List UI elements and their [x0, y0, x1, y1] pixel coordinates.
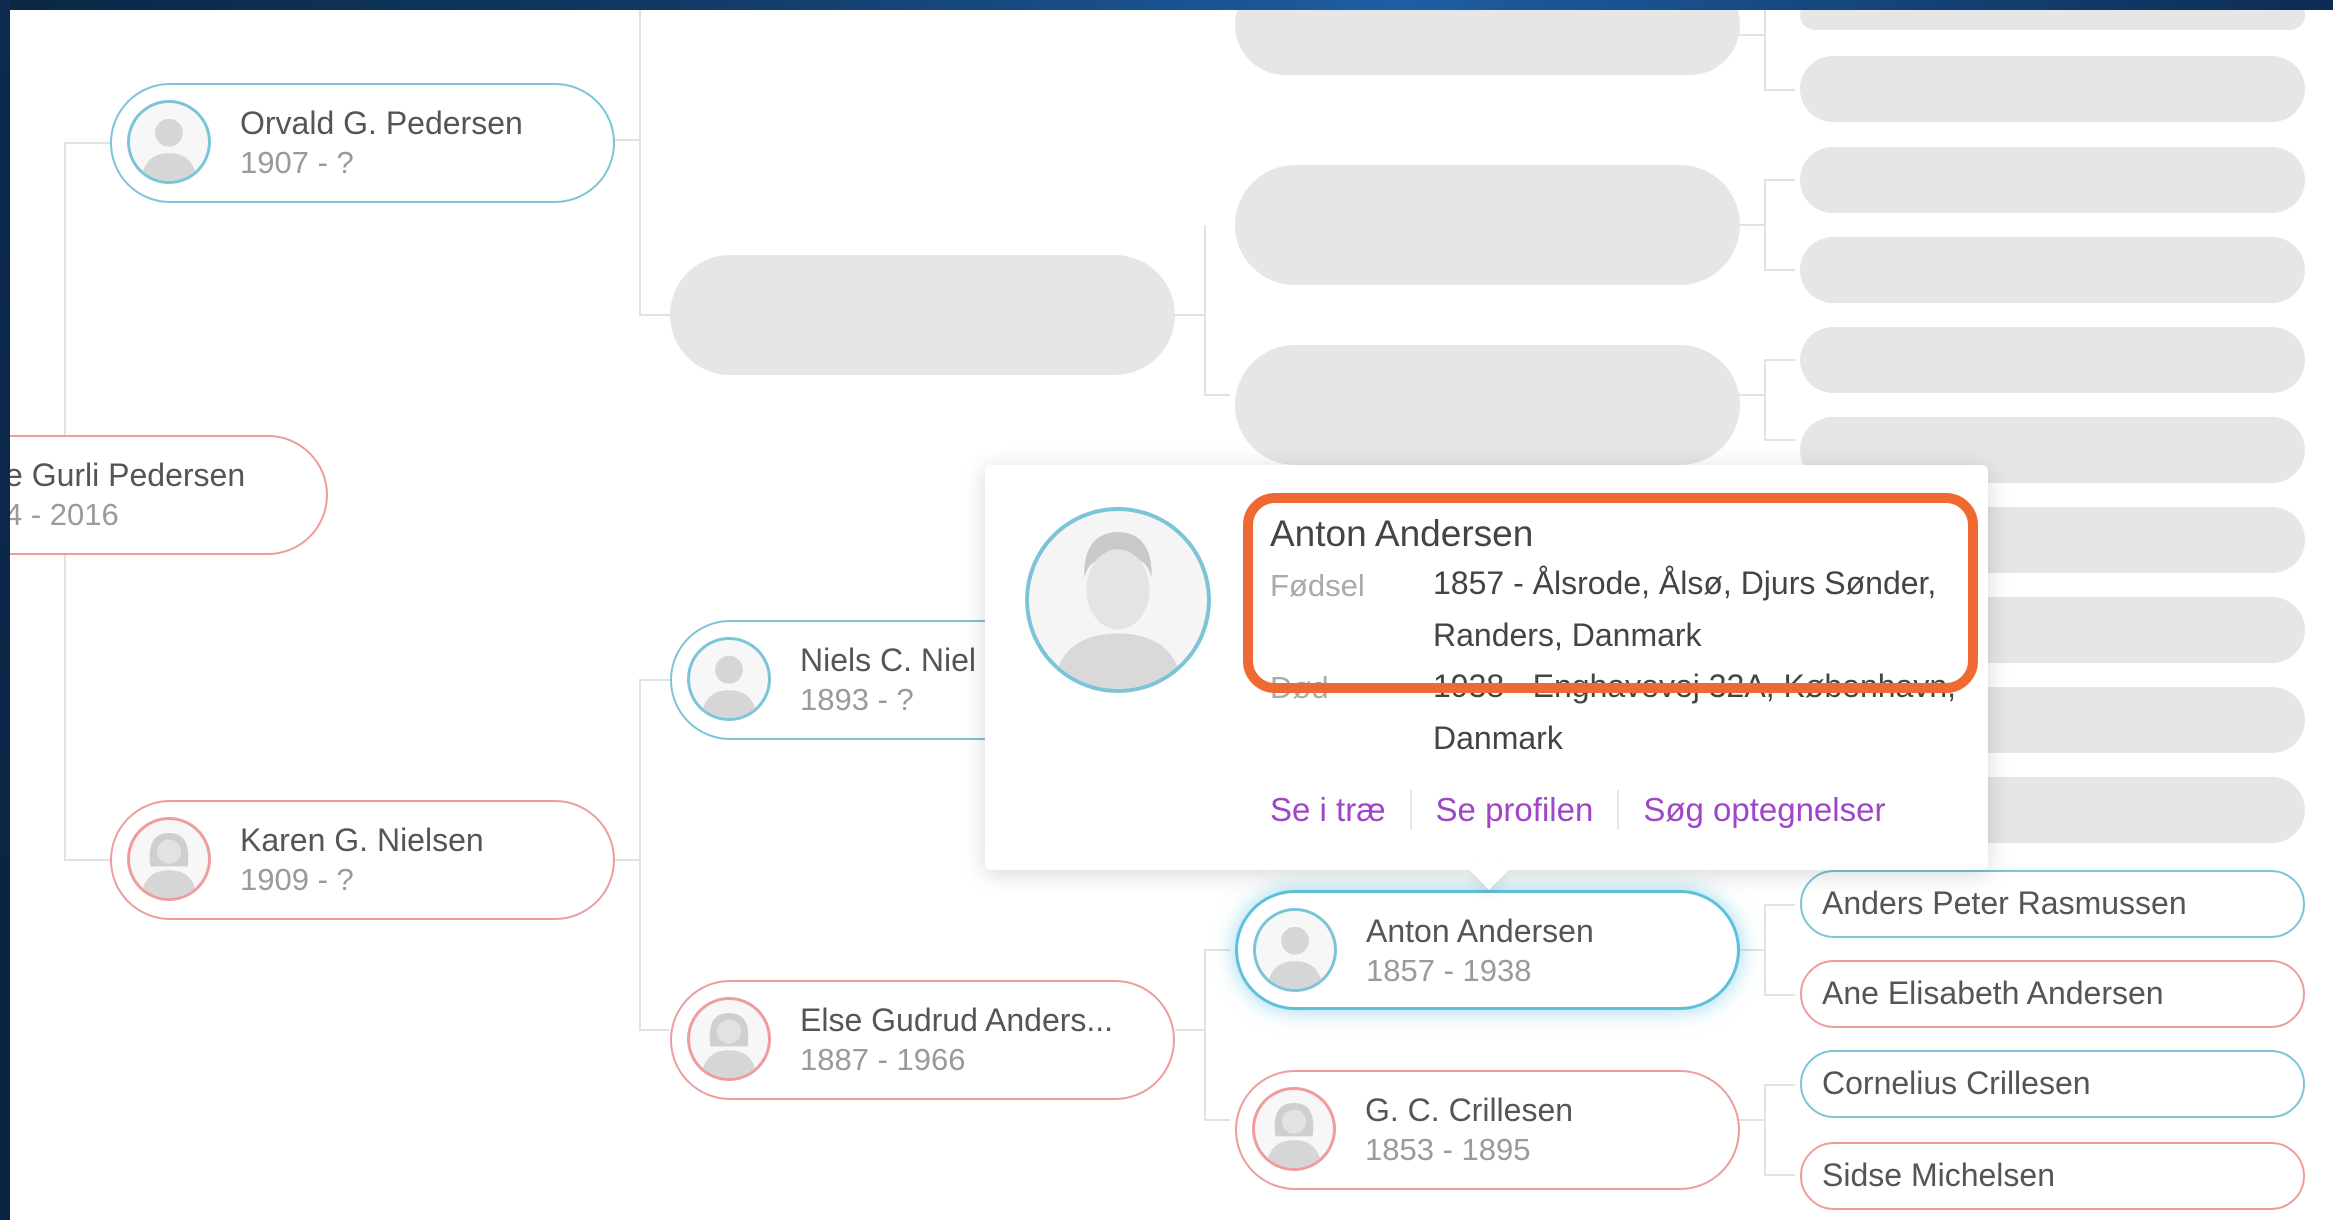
popup-actions: Se i træ Se profilen Søg optegnelser: [1270, 790, 1885, 830]
annotation-highlight-box: [1243, 493, 1978, 693]
placeholder-node: [1235, 10, 1740, 75]
person-name: G. C. Crillesen: [1365, 1092, 1574, 1128]
placeholder-node: [1235, 345, 1740, 465]
person-node-ane-elisabeth-andersen[interactable]: Ane Elisabeth Andersen: [1800, 960, 2305, 1028]
person-node-sidse-michelsen[interactable]: Sidse Michelsen: [1800, 1142, 2305, 1210]
placeholder-node: [1800, 147, 2305, 213]
placeholder-node: [1235, 165, 1740, 285]
person-node-orvald-pedersen[interactable]: Orvald G. Pedersen 1907 - ?: [110, 83, 615, 203]
placeholder-node: [1800, 56, 2305, 122]
male-avatar-icon: [127, 100, 211, 184]
person-node-karen-nielsen[interactable]: Karen G. Nielsen 1909 - ?: [110, 800, 615, 920]
link-divider: [1617, 790, 1620, 830]
person-name: Else Gudrud Anders...: [800, 1002, 1114, 1038]
family-tree-canvas[interactable]: e Gurli Pedersen 4 - 2016 Orvald G. Pede…: [10, 10, 2333, 1220]
search-records-link[interactable]: Søg optegnelser: [1643, 791, 1885, 829]
person-node-anders-peter-rasmussen[interactable]: Anders Peter Rasmussen: [1800, 870, 2305, 938]
person-node-cornelius-crillesen[interactable]: Cornelius Crillesen: [1800, 1050, 2305, 1118]
female-avatar-icon: [1252, 1087, 1336, 1171]
person-dates: 1887 - 1966: [800, 1042, 966, 1077]
link-divider: [1409, 790, 1412, 830]
person-dates: 1909 - ?: [240, 862, 354, 897]
placeholder-node: [670, 255, 1175, 375]
male-avatar-icon: [1025, 507, 1211, 693]
view-in-tree-link[interactable]: Se i træ: [1270, 791, 1386, 829]
male-avatar-icon: [1253, 908, 1337, 992]
window-frame-top: [0, 0, 2333, 10]
person-node-gurli-pedersen[interactable]: e Gurli Pedersen 4 - 2016: [10, 435, 328, 555]
female-avatar-icon: [127, 817, 211, 901]
male-avatar-icon: [687, 637, 771, 721]
person-dates: 1893 - ?: [800, 682, 914, 717]
female-avatar-icon: [687, 997, 771, 1081]
person-node-gc-crillesen[interactable]: G. C. Crillesen 1853 - 1895: [1235, 1070, 1740, 1190]
window-frame-left: [0, 0, 10, 1220]
placeholder-node: [1800, 10, 2305, 30]
person-name: e Gurli Pedersen: [10, 457, 246, 493]
view-profile-link[interactable]: Se profilen: [1436, 791, 1594, 829]
person-dates: 1853 - 1895: [1365, 1132, 1531, 1167]
person-node-anton-andersen[interactable]: Anton Andersen 1857 - 1938: [1235, 890, 1740, 1010]
person-dates: 1857 - 1938: [1366, 953, 1532, 988]
person-node-else-andersen[interactable]: Else Gudrud Anders... 1887 - 1966: [670, 980, 1175, 1100]
person-name: Anton Andersen: [1366, 913, 1594, 949]
placeholder-node: [1800, 327, 2305, 393]
placeholder-node: [1800, 237, 2305, 303]
person-dates: 1907 - ?: [240, 145, 354, 180]
person-name: Niels C. Niel: [800, 642, 977, 678]
person-name: Karen G. Nielsen: [240, 822, 484, 858]
person-name: Orvald G. Pedersen: [240, 105, 523, 141]
person-dates: 4 - 2016: [10, 497, 119, 532]
